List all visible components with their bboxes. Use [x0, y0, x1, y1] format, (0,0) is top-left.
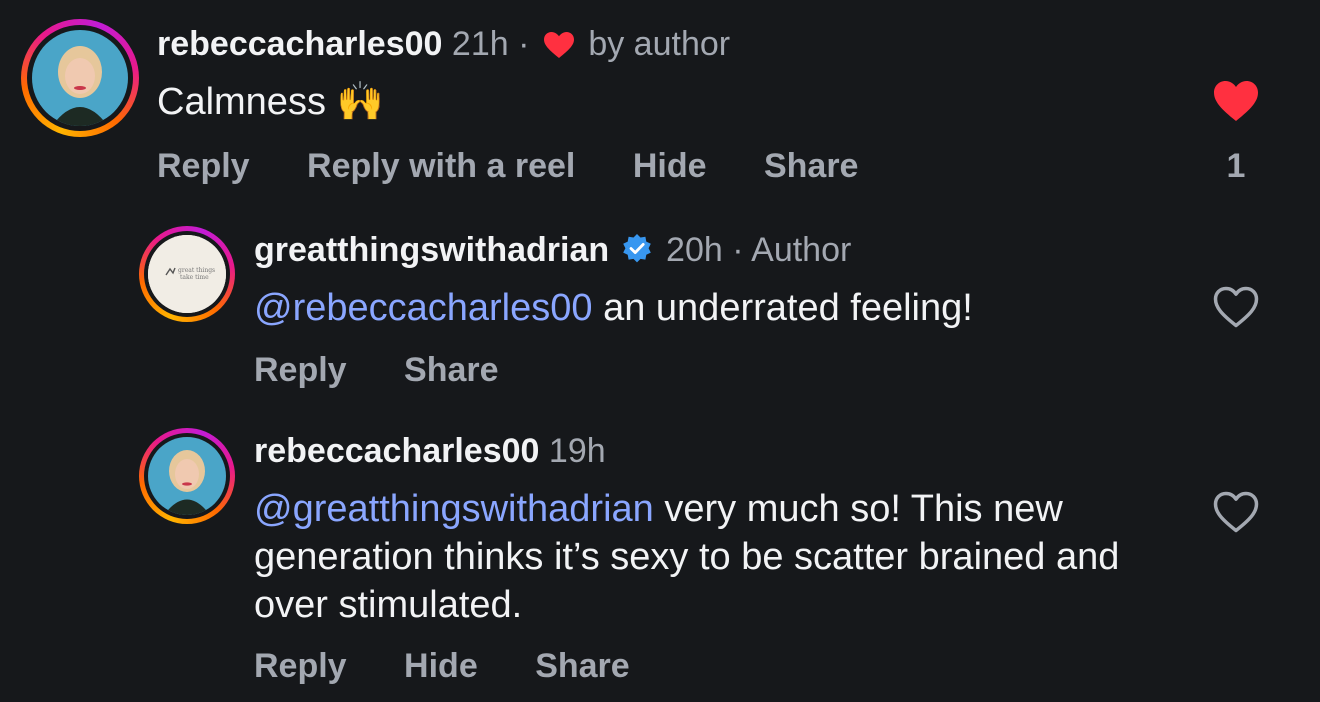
like-heart-outline-icon[interactable]: [1212, 490, 1260, 534]
hide-button[interactable]: Hide: [404, 647, 478, 685]
liked-by-author-heart-icon: [543, 32, 574, 58]
comment-actions: Reply Hide Share: [254, 647, 678, 686]
reply-button[interactable]: Reply: [254, 647, 347, 685]
author-tag: Author: [751, 231, 852, 269]
reply-button[interactable]: Reply: [157, 147, 250, 185]
svg-text:great things: great things: [178, 267, 215, 274]
username[interactable]: rebeccacharles00: [254, 432, 539, 470]
separator: ·: [732, 231, 744, 269]
mention-link[interactable]: @rebeccacharles00: [254, 287, 593, 329]
avatar-3[interactable]: [139, 428, 235, 524]
separator: ·: [518, 25, 530, 63]
like-count: 1: [1226, 147, 1246, 185]
avatar-1[interactable]: [21, 19, 139, 137]
like-heart-icon[interactable]: [1212, 79, 1260, 123]
comment-body: an underrated feeling!: [592, 287, 973, 329]
username[interactable]: greatthingswithadrian: [254, 231, 609, 269]
comment-header: greatthingswithadrian 20h · Author: [254, 230, 851, 270]
mention-link[interactable]: @greatthingswithadrian: [254, 488, 654, 530]
timestamp: 21h: [451, 25, 509, 63]
brand-logo-icon: great things take time: [148, 235, 226, 313]
comment-text: Calmness 🙌: [157, 78, 384, 126]
comment-text: @greatthingswithadrian very much so! Thi…: [254, 485, 1154, 629]
comment-text: @rebeccacharles00 an underrated feeling!: [254, 284, 973, 332]
raised-hands-emoji: 🙌: [336, 81, 384, 123]
reply-button[interactable]: Reply: [254, 351, 347, 389]
share-button[interactable]: Share: [535, 647, 630, 685]
comment-actions: Reply Reply with a reel Hide Share: [157, 147, 906, 186]
profile-photo-icon: [148, 437, 226, 515]
timestamp: 20h: [666, 231, 723, 269]
liked-by-author-label: by author: [588, 25, 731, 63]
comment-body: Calmness: [157, 81, 326, 123]
svg-text:take time: take time: [180, 274, 209, 281]
timestamp: 19h: [548, 432, 606, 470]
avatar-2[interactable]: great things take time: [139, 226, 235, 322]
like-heart-outline-icon[interactable]: [1212, 285, 1260, 329]
verified-badge-icon: [622, 234, 651, 263]
comment-actions: Reply Share: [254, 351, 547, 390]
share-button[interactable]: Share: [404, 351, 499, 389]
profile-photo-icon: [32, 30, 128, 126]
hide-button[interactable]: Hide: [633, 147, 707, 185]
username[interactable]: rebeccacharles00: [157, 25, 442, 63]
comment-header: rebeccacharles00 21h · by author: [157, 24, 730, 64]
comment-header: rebeccacharles00 19h: [254, 431, 606, 471]
reply-with-reel-button[interactable]: Reply with a reel: [307, 147, 575, 185]
share-button[interactable]: Share: [764, 147, 859, 185]
